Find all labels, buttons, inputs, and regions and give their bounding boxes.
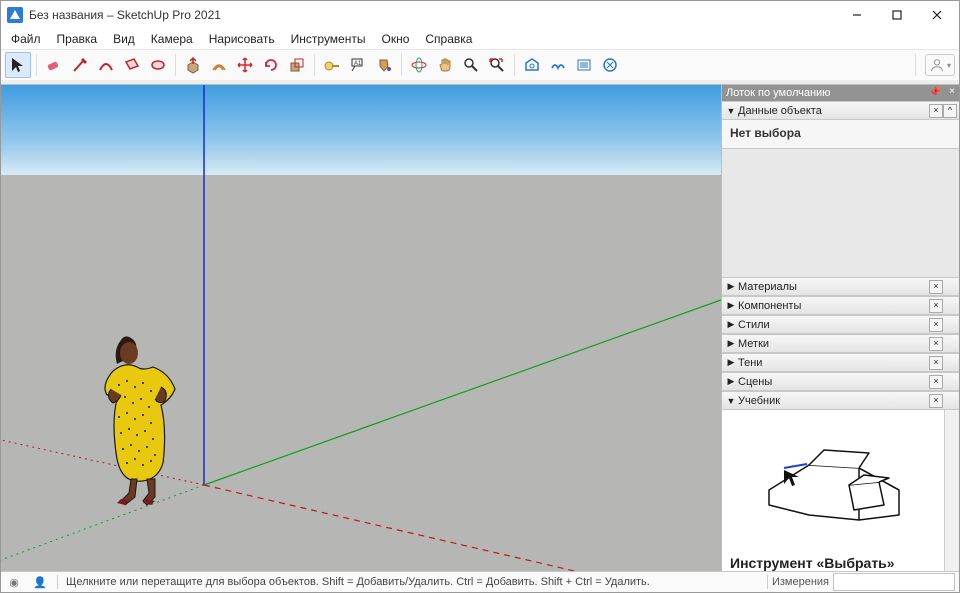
pin-icon[interactable]: 📌: [929, 87, 941, 98]
panel-close-icon[interactable]: ×: [929, 280, 943, 294]
geo-icon[interactable]: ◉: [5, 573, 23, 591]
panel-close-icon[interactable]: ×: [929, 356, 943, 370]
tool-orbit[interactable]: [407, 53, 431, 77]
menu-file[interactable]: Файл: [3, 30, 49, 48]
menu-view[interactable]: Вид: [105, 30, 143, 48]
tool-pan[interactable]: [433, 53, 457, 77]
panel-entity-info[interactable]: ▼ Данные объекта × ^: [722, 101, 959, 120]
tool-rotate[interactable]: [259, 53, 283, 77]
tool-layout[interactable]: [598, 53, 622, 77]
menu-window[interactable]: Окно: [373, 30, 417, 48]
tool-tape[interactable]: [320, 53, 344, 77]
panel-scenes[interactable]: ▶Сцены×: [722, 372, 959, 391]
panel-instructor-label: Учебник: [738, 395, 780, 407]
panel-styles[interactable]: ▶Стили×: [722, 315, 959, 334]
account-button[interactable]: ▾: [925, 54, 955, 76]
panel-tags-label: Метки: [738, 338, 769, 350]
panel-materials[interactable]: ▶Материалы×: [722, 277, 959, 296]
toolbar: A1 ▾: [1, 50, 959, 84]
panel-styles-label: Стили: [738, 319, 770, 331]
panel-entity-info-label: Данные объекта: [738, 105, 822, 117]
measure-label: Измерения: [772, 576, 833, 588]
panel-components[interactable]: ▶Компоненты×: [722, 296, 959, 315]
panel-shadows[interactable]: ▶Тени×: [722, 353, 959, 372]
tool-rectangle[interactable]: [120, 53, 144, 77]
scale-figure: [105, 336, 175, 505]
tray-title[interactable]: Лоток по умолчанию 📌 ×: [722, 85, 959, 101]
panel-close-icon[interactable]: ×: [929, 375, 943, 389]
viewport[interactable]: [1, 85, 721, 571]
tool-scale[interactable]: [285, 53, 309, 77]
panel-close-icon[interactable]: ×: [929, 299, 943, 313]
menu-tools[interactable]: Инструменты: [283, 30, 374, 48]
tool-pushpull[interactable]: [181, 53, 205, 77]
measurements-input[interactable]: [833, 573, 955, 591]
credits-icon[interactable]: 👤: [31, 573, 49, 591]
instructor-content: Инструмент «Выбрать»: [722, 410, 945, 571]
status-hint: Щелкните или перетащите для выбора объек…: [62, 576, 763, 588]
tool-circle[interactable]: [146, 53, 170, 77]
tool-paint[interactable]: [372, 53, 396, 77]
instructor-heading: Инструмент «Выбрать»: [722, 551, 945, 571]
panel-close-icon[interactable]: ×: [929, 394, 943, 408]
tool-zoom[interactable]: [459, 53, 483, 77]
tray-title-label: Лоток по умолчанию: [726, 87, 830, 99]
svg-text:A1: A1: [354, 61, 362, 67]
default-tray: Лоток по умолчанию 📌 × ▼ Данные объекта …: [721, 85, 959, 571]
tool-line[interactable]: [68, 53, 92, 77]
menu-help[interactable]: Справка: [417, 30, 480, 48]
tray-close-icon[interactable]: ×: [949, 86, 955, 97]
close-button[interactable]: [917, 1, 957, 29]
tool-eraser[interactable]: [42, 53, 66, 77]
panel-shadows-label: Тени: [738, 357, 762, 369]
entity-info-noselection: Нет выбора: [722, 120, 959, 148]
menu-edit[interactable]: Правка: [49, 30, 106, 48]
panel-close-icon[interactable]: ×: [929, 104, 943, 118]
panel-components-label: Компоненты: [738, 300, 801, 312]
panel-instructor[interactable]: ▼Учебник×: [722, 391, 959, 410]
app-icon: [7, 7, 23, 23]
tool-select[interactable]: [5, 52, 31, 78]
panel-materials-label: Материалы: [738, 281, 797, 293]
tool-ext-warehouse[interactable]: [546, 53, 570, 77]
tool-arc[interactable]: [94, 53, 118, 77]
panel-collapse-icon[interactable]: ^: [943, 104, 957, 118]
tool-move[interactable]: [233, 53, 257, 77]
titlebar: Без названия – SketchUp Pro 2021: [1, 1, 959, 29]
panel-close-icon[interactable]: ×: [929, 318, 943, 332]
panel-tags[interactable]: ▶Метки×: [722, 334, 959, 353]
panel-close-icon[interactable]: ×: [929, 337, 943, 351]
instructor-illustration: [749, 420, 919, 540]
instructor-scrollbar[interactable]: [944, 410, 959, 571]
tool-offset[interactable]: [207, 53, 231, 77]
tool-ext-manager[interactable]: [572, 53, 596, 77]
tool-zoom-extents[interactable]: [485, 53, 509, 77]
tool-3dwarehouse[interactable]: [520, 53, 544, 77]
minimize-button[interactable]: [837, 1, 877, 29]
menu-camera[interactable]: Камера: [143, 30, 201, 48]
statusbar: ◉ 👤 Щелкните или перетащите для выбора о…: [1, 571, 959, 592]
window-title: Без названия – SketchUp Pro 2021: [29, 8, 221, 22]
menu-draw[interactable]: Нарисовать: [201, 30, 283, 48]
menubar: Файл Правка Вид Камера Нарисовать Инстру…: [1, 29, 959, 50]
panel-scenes-label: Сцены: [738, 376, 772, 388]
tool-text[interactable]: A1: [346, 53, 370, 77]
maximize-button[interactable]: [877, 1, 917, 29]
